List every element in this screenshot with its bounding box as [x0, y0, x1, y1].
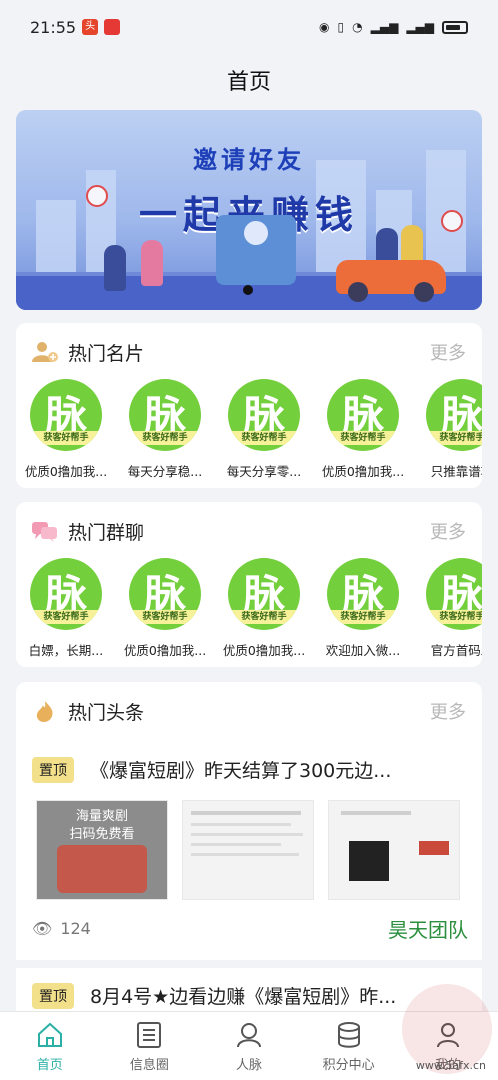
group-item-label: 官方首码发 — [430, 643, 482, 658]
card-item[interactable]: 脉获客好帮手 优质0撸加我... — [315, 379, 411, 480]
home-icon — [37, 1022, 62, 1047]
card-item[interactable]: 脉获客好帮手 每天分享零... — [216, 379, 312, 480]
card-item-label: 只推靠谱项 — [430, 464, 482, 479]
card-item-label: 每天分享零... — [226, 464, 302, 479]
coin-icon — [86, 185, 108, 207]
vibrate-icon: ▯ — [337, 20, 345, 34]
views-count: 124 — [60, 919, 91, 938]
flame-icon — [36, 701, 53, 722]
avatar: 脉获客好帮手 — [327, 379, 399, 451]
section-title: 热门头条 — [68, 701, 145, 724]
hot-cards-section: 热门名片 更多 脉获客好帮手 优质0撸加我... 脉获客好帮手 每天分享稳...… — [16, 323, 482, 488]
points-icon — [337, 1021, 360, 1048]
hot-cards-carousel[interactable]: 脉获客好帮手 优质0撸加我... 脉获客好帮手 每天分享稳... 脉获客好帮手 … — [16, 379, 482, 489]
author-team[interactable]: 昊天团队 — [388, 914, 468, 943]
group-item[interactable]: 脉获客好帮手 优质0撸加我... — [216, 558, 312, 659]
group-item[interactable]: 脉获客好帮手 官方首码发 — [414, 558, 482, 659]
tab-info-circle[interactable]: 信息圈 — [100, 1012, 200, 1080]
section-title: 热门群聊 — [68, 521, 145, 544]
promo-banner[interactable]: 邀请好友 一起来赚钱 — [16, 110, 482, 310]
battery-icon — [442, 20, 468, 34]
group-item[interactable]: 脉获客好帮手 白嫖，长期... — [18, 558, 114, 659]
group-item-label: 优质0撸加我... — [222, 643, 306, 658]
thumbnail-image[interactable] — [182, 800, 314, 900]
banner-headline: 邀请好友 — [193, 146, 305, 174]
status-bar: 21:55 头 ◉ ▯ ◔ ▂▄▆ ▂▄▆ — [0, 0, 498, 54]
watermark-text: www.5afx.cn — [415, 1059, 486, 1072]
user-add-icon — [32, 342, 58, 362]
headline-title: 《爆富短剧》昨天结算了300元边... — [90, 760, 392, 782]
card-item[interactable]: 脉获客好帮手 优质0撸加我... — [18, 379, 114, 480]
hot-groups-section: 热门群聊 更多 脉获客好帮手 白嫖，长期... 脉获客好帮手 优质0撸加我...… — [16, 502, 482, 667]
avatar: 脉获客好帮手 — [228, 379, 300, 451]
card-item[interactable]: 脉获客好帮手 每天分享稳... — [117, 379, 213, 480]
pinned-badge: 置顶 — [32, 756, 74, 783]
tab-home[interactable]: 首页 — [0, 1012, 100, 1080]
red-envelope-icon — [216, 215, 296, 285]
list-icon — [137, 1021, 162, 1048]
contacts-icon — [236, 1022, 261, 1047]
pinned-badge: 置顶 — [32, 982, 74, 1009]
signal-icon: ▂▄▆ — [370, 20, 399, 34]
thumbnail-image[interactable]: 海量爽剧 扫码免费看 — [36, 800, 168, 900]
more-link[interactable]: 更多 — [430, 339, 466, 365]
avatar: 脉获客好帮手 — [426, 379, 482, 451]
card-item-label: 每天分享稳... — [127, 464, 203, 479]
page-title: 首页 — [226, 70, 271, 95]
app-notification-icon: 头 — [82, 19, 99, 35]
coin-icon — [441, 210, 463, 232]
person-illustration — [141, 240, 163, 286]
group-item-label: 白嫖，长期... — [28, 643, 104, 658]
card-item-label: 优质0撸加我... — [321, 464, 405, 479]
avatar: 脉获客好帮手 — [426, 558, 482, 630]
wifi-icon: ◔ — [352, 20, 363, 34]
thumbnail-image[interactable] — [328, 800, 460, 900]
group-item[interactable]: 脉获客好帮手 优质0撸加我... — [117, 558, 213, 659]
group-item[interactable]: 脉获客好帮手 欢迎加入微... — [315, 558, 411, 659]
avatar: 脉获客好帮手 — [129, 379, 201, 451]
car-illustration — [336, 260, 446, 302]
tab-points-center[interactable]: 积分中心 — [299, 1012, 399, 1080]
status-time: 21:55 — [30, 17, 77, 37]
avatar: 脉获客好帮手 — [129, 558, 201, 630]
group-item-label: 欢迎加入微... — [325, 643, 401, 658]
app-notification-icon-2 — [104, 19, 121, 35]
avatar: 脉获客好帮手 — [30, 558, 102, 630]
avatar: 脉获客好帮手 — [327, 558, 399, 630]
more-link[interactable]: 更多 — [430, 518, 466, 544]
signal-5g-icon: ▂▄▆ — [406, 20, 434, 34]
eye-icon: ◉ — [319, 20, 330, 34]
avatar: 脉获客好帮手 — [30, 379, 102, 451]
headlines-section: 热门头条 更多 置顶 《爆富短剧》昨天结算了300元边... 海量爽剧 扫码免费… — [16, 682, 482, 1022]
card-item-label: 优质0撸加我... — [24, 464, 108, 479]
avatar: 脉获客好帮手 — [228, 558, 300, 630]
headline-title: 8月4号★边看边赚《爆富短剧》昨... — [90, 986, 397, 1008]
views-icon: 👁 — [32, 919, 53, 938]
tab-contacts[interactable]: 人脉 — [199, 1012, 299, 1080]
carousel-indicator[interactable] — [243, 285, 253, 295]
card-item[interactable]: 脉获客好帮手 只推靠谱项 — [414, 379, 482, 480]
headline-images[interactable]: 海量爽剧 扫码免费看 — [36, 800, 476, 902]
section-title: 热门名片 — [68, 342, 145, 365]
person-illustration — [104, 245, 126, 291]
group-item-label: 优质0撸加我... — [123, 643, 207, 658]
hot-groups-carousel[interactable]: 脉获客好帮手 白嫖，长期... 脉获客好帮手 优质0撸加我... 脉获客好帮手 … — [16, 558, 482, 668]
chat-bubbles-icon — [32, 522, 57, 542]
more-link[interactable]: 更多 — [430, 698, 466, 724]
